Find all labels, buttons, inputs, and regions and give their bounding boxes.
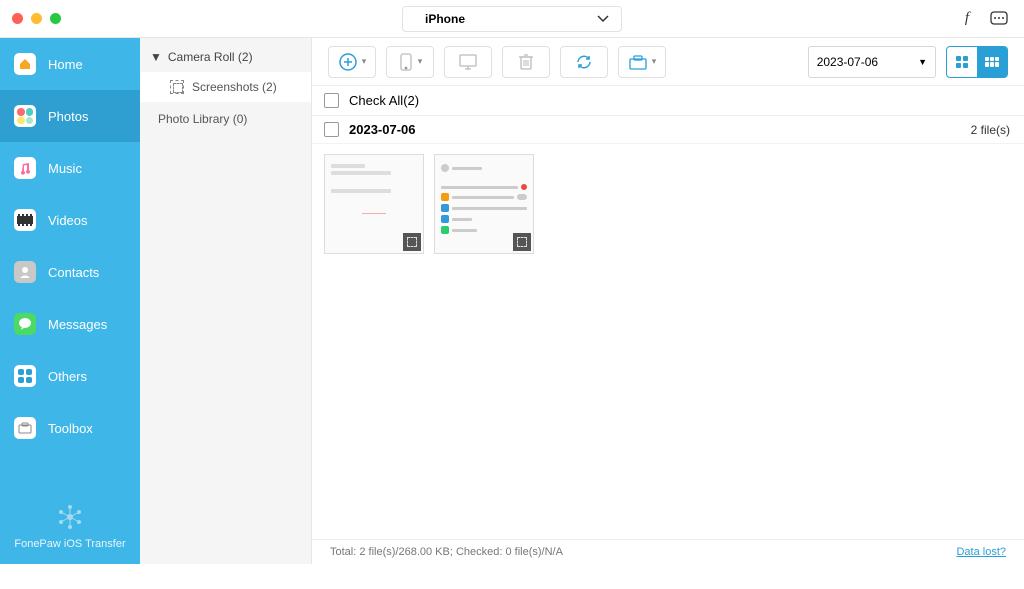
facebook-icon[interactable]: f <box>956 9 978 29</box>
sidebar-item-toolbox[interactable]: Toolbox <box>0 402 140 454</box>
chevron-down-icon: ▾ <box>418 56 423 67</box>
export-to-pc-button[interactable] <box>444 46 492 78</box>
sidebar-item-others[interactable]: Others <box>0 350 140 402</box>
thumbnail-item[interactable]: ———— <box>324 154 424 254</box>
chevron-down-icon <box>597 10 609 28</box>
thumbnail-grid: ———— <box>312 144 1024 264</box>
screenshot-badge-icon <box>513 233 531 251</box>
sub-item-label: Screenshots (2) <box>192 80 277 94</box>
export-to-device-button[interactable]: ▾ <box>386 46 434 78</box>
feedback-icon[interactable] <box>988 9 1010 29</box>
photos-icon <box>14 105 36 127</box>
content-toolbar: ▾ ▾ ▾ 2023-07-06 ▼ <box>312 38 1024 86</box>
others-icon <box>14 365 36 387</box>
chevron-down-icon: ▾ <box>362 56 367 67</box>
screenshot-badge-icon <box>403 233 421 251</box>
delete-button[interactable] <box>502 46 550 78</box>
sidebar-item-home[interactable]: Home <box>0 38 140 90</box>
videos-icon <box>14 209 36 231</box>
sidebar-item-photos[interactable]: Photos <box>0 90 140 142</box>
status-bar: Total: 2 file(s)/268.00 KB; Checked: 0 f… <box>312 539 1024 564</box>
view-grid-large[interactable] <box>947 47 977 77</box>
group-date-label: 2023-07-06 <box>349 122 416 137</box>
date-filter-dropdown[interactable]: 2023-07-06 ▼ <box>808 46 936 78</box>
triangle-down-icon: ▼ <box>150 50 162 64</box>
date-group-row: 2023-07-06 2 file(s) <box>312 116 1024 144</box>
maximize-window-button[interactable] <box>50 13 61 24</box>
check-all-checkbox[interactable] <box>324 93 339 108</box>
check-all-label: Check All(2) <box>349 93 419 108</box>
brand-text: FonePaw iOS Transfer <box>0 538 140 550</box>
sidebar-footer: FonePaw iOS Transfer <box>0 502 140 564</box>
toolbox-button[interactable]: ▾ <box>618 46 666 78</box>
sub-sidebar: ▼ Camera Roll (2) Screenshots (2) Photo … <box>140 38 312 564</box>
sidebar-item-label: Home <box>48 57 83 72</box>
sub-item-camera-roll[interactable]: ▼ Camera Roll (2) <box>140 42 311 72</box>
sidebar-item-label: Music <box>48 161 82 176</box>
home-icon <box>14 53 36 75</box>
status-text: Total: 2 file(s)/268.00 KB; Checked: 0 f… <box>330 546 563 558</box>
view-toggle <box>946 46 1008 78</box>
sidebar-item-messages[interactable]: Messages <box>0 298 140 350</box>
refresh-button[interactable] <box>560 46 608 78</box>
messages-icon <box>14 313 36 335</box>
toolbox-icon <box>14 417 36 439</box>
content-area: ▾ ▾ ▾ 2023-07-06 ▼ <box>312 38 1024 564</box>
group-file-count: 2 file(s) <box>971 123 1010 137</box>
group-checkbox[interactable] <box>324 122 339 137</box>
screenshot-icon <box>170 80 184 94</box>
sidebar-item-label: Videos <box>48 213 88 228</box>
sub-item-screenshots[interactable]: Screenshots (2) <box>140 72 311 102</box>
titlebar: iPhone f <box>0 0 1024 38</box>
sidebar-item-label: Contacts <box>48 265 99 280</box>
contacts-icon <box>14 261 36 283</box>
sidebar-item-music[interactable]: Music <box>0 142 140 194</box>
music-icon <box>14 157 36 179</box>
minimize-window-button[interactable] <box>31 13 42 24</box>
data-lost-link[interactable]: Data lost? <box>956 546 1006 558</box>
sidebar-item-label: Others <box>48 369 87 384</box>
date-filter-value: 2023-07-06 <box>817 55 878 69</box>
sidebar-item-label: Photos <box>48 109 88 124</box>
chevron-down-icon: ▾ <box>652 56 657 67</box>
main-sidebar: Home Photos Music Videos Contacts <box>0 38 140 564</box>
check-all-row: Check All(2) <box>312 86 1024 116</box>
device-selector[interactable]: iPhone <box>402 6 622 32</box>
sidebar-item-videos[interactable]: Videos <box>0 194 140 246</box>
triangle-down-icon: ▼ <box>918 57 927 67</box>
device-name: iPhone <box>425 12 587 26</box>
sidebar-item-label: Messages <box>48 317 107 332</box>
sidebar-item-label: Toolbox <box>48 421 93 436</box>
sidebar-item-contacts[interactable]: Contacts <box>0 246 140 298</box>
window-controls <box>0 13 61 24</box>
thumbnail-item[interactable] <box>434 154 534 254</box>
close-window-button[interactable] <box>12 13 23 24</box>
sub-item-label: Photo Library (0) <box>158 112 247 126</box>
sub-item-label: Camera Roll (2) <box>168 50 253 64</box>
add-button[interactable]: ▾ <box>328 46 376 78</box>
sub-item-photo-library[interactable]: Photo Library (0) <box>140 102 311 136</box>
view-grid-small[interactable] <box>977 47 1007 77</box>
brand-icon <box>55 502 85 532</box>
